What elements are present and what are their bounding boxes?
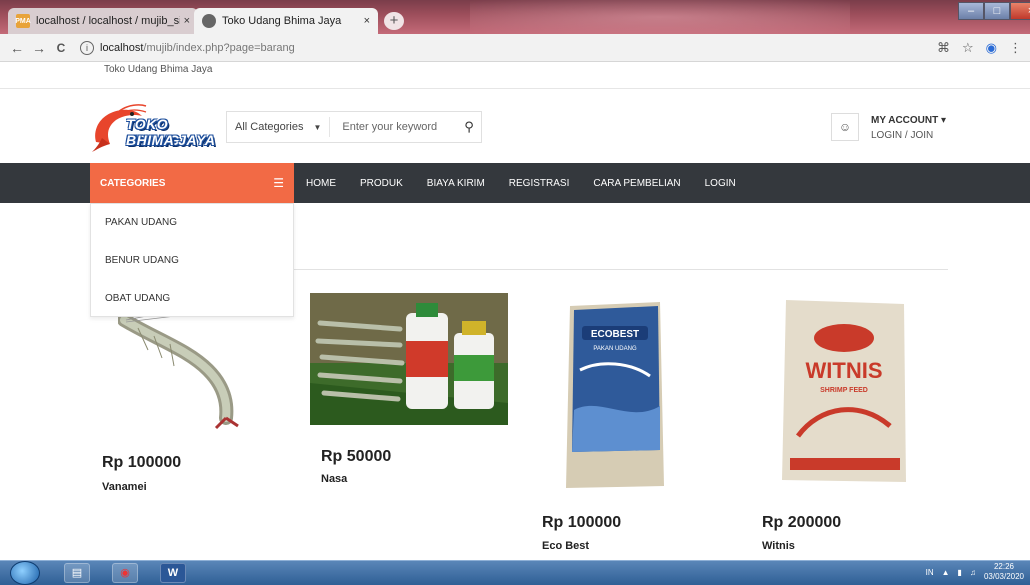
url-path: /mujib/index.php?page=barang xyxy=(143,41,295,54)
search-bar: All Categories ▼ ⚲ xyxy=(226,111,482,143)
translate-icon[interactable]: ⌘ xyxy=(937,40,950,56)
network-icon[interactable]: ▮ xyxy=(958,568,962,577)
globe-favicon-icon xyxy=(202,14,216,28)
system-tray: IN ▲ ▮ ♫ 22:26 03/03/2020 xyxy=(926,562,1024,582)
tabstrip-glow xyxy=(470,0,850,34)
category-select-value: All Categories xyxy=(235,121,304,133)
browser-menu-icon[interactable]: ⋮ xyxy=(1009,40,1022,56)
url-field[interactable]: i localhost/mujib/index.php?page=barang xyxy=(80,40,295,55)
address-bar: ← → C i localhost/mujib/index.php?page=b… xyxy=(0,34,1030,62)
bag-sublabel: PAKAN UDANG xyxy=(593,346,637,352)
maximize-button[interactable]: □ xyxy=(984,2,1010,20)
reload-icon[interactable]: C xyxy=(50,41,72,55)
nav-menu: HOME PRODUK BIAYA KIRIM REGISTRASI CARA … xyxy=(306,163,736,203)
new-tab-button[interactable]: + xyxy=(384,12,404,30)
categories-label: CATEGORIES xyxy=(100,177,166,189)
product-price: Rp 200000 xyxy=(762,514,842,531)
category-select[interactable]: All Categories ▼ xyxy=(227,121,329,133)
bag-sublabel: SHRIMP FEED xyxy=(820,387,868,394)
my-account-menu[interactable]: MY ACCOUNT ▾ LOGIN / JOIN xyxy=(871,113,946,143)
tray-arrow-icon[interactable]: ▲ xyxy=(942,568,950,577)
nav-item-home[interactable]: HOME xyxy=(306,178,336,189)
clock[interactable]: 22:26 03/03/2020 xyxy=(984,562,1024,582)
back-arrow-icon[interactable]: ← xyxy=(6,40,28,56)
bookmark-star-icon[interactable]: ☆ xyxy=(962,40,974,56)
phpmyadmin-favicon-icon: PMA xyxy=(15,14,31,28)
categories-dropdown: PAKAN UDANG BENUR UDANG OBAT UDANG xyxy=(90,203,294,317)
product-price: Rp 100000 xyxy=(102,454,182,471)
forward-arrow-icon[interactable]: → xyxy=(28,40,50,56)
word-icon[interactable]: W xyxy=(160,563,186,583)
tab-phpmyadmin[interactable]: PMA localhost / localhost / mujib_si_1 × xyxy=(8,8,198,34)
dropdown-item-pakan-udang[interactable]: PAKAN UDANG xyxy=(91,204,293,242)
volume-icon[interactable]: ♫ xyxy=(970,568,976,577)
close-window-button[interactable]: × xyxy=(1010,2,1030,20)
chrome-icon[interactable]: ◉ xyxy=(112,563,138,583)
nav-item-registrasi[interactable]: REGISTRASI xyxy=(509,178,570,189)
product-image-witnis[interactable]: WITNIS SHRIMP FEED xyxy=(780,296,910,486)
clock-date: 03/03/2020 xyxy=(983,572,1024,581)
divider xyxy=(0,88,1030,89)
product-name[interactable]: Witnis xyxy=(762,540,795,552)
tab-close-icon[interactable]: × xyxy=(364,15,370,27)
product-price: Rp 100000 xyxy=(542,514,622,531)
product-name[interactable]: Eco Best xyxy=(542,540,589,552)
nav-item-cara-pembelian[interactable]: CARA PEMBELIAN xyxy=(593,178,680,189)
caret-down-icon: ▼ xyxy=(313,122,322,132)
product-image-nasa[interactable] xyxy=(310,293,508,425)
nav-item-produk[interactable]: PRODUK xyxy=(360,178,403,189)
my-account-label: MY ACCOUNT ▾ xyxy=(871,115,947,126)
bag-label: WITNIS xyxy=(806,358,883,383)
section-divider xyxy=(294,269,948,270)
nav-item-biaya-kirim[interactable]: BIAYA KIRIM xyxy=(427,178,485,189)
windows-taskbar xyxy=(0,560,1030,585)
window-controls: – □ × xyxy=(958,2,1030,20)
info-icon[interactable]: i xyxy=(80,40,94,55)
tab-title: Toko Udang Bhima Jaya xyxy=(222,15,342,27)
url-host: localhost xyxy=(100,41,144,54)
product-price: Rp 50000 xyxy=(321,448,392,465)
clock-time: 22:26 xyxy=(993,562,1014,571)
user-icon[interactable]: ☺ xyxy=(831,113,859,141)
language-indicator[interactable]: IN xyxy=(926,568,934,577)
product-image-eco-best[interactable]: ECOBEST PAKAN UDANG xyxy=(560,300,670,490)
search-icon[interactable]: ⚲ xyxy=(457,119,481,135)
product-name[interactable]: Vanamei xyxy=(102,481,147,493)
list-icon: ☰ xyxy=(273,176,284,190)
tab-title: localhost / localhost / mujib_si_1 xyxy=(36,15,180,27)
tab-toko-udang[interactable]: Toko Udang Bhima Jaya × xyxy=(194,8,378,34)
dropdown-item-benur-udang[interactable]: BENUR UDANG xyxy=(91,242,293,280)
tab-close-icon[interactable]: × xyxy=(184,15,190,27)
minimize-button[interactable]: – xyxy=(958,2,984,20)
product-name[interactable]: Nasa xyxy=(321,473,347,485)
bag-label: ECOBEST xyxy=(591,329,639,340)
extension-icon[interactable]: ◉ xyxy=(986,40,997,56)
logo-line2: BHIMA JAYA xyxy=(126,132,216,148)
categories-button[interactable]: CATEGORIES ☰ xyxy=(90,163,294,203)
file-explorer-icon[interactable]: ▤ xyxy=(64,563,90,583)
login-join-link[interactable]: LOGIN / JOIN xyxy=(871,128,946,143)
site-logo[interactable]: TOKO UDANG BHIMA JAYA xyxy=(88,102,218,154)
browser-toolbar-icons: ⌘ ☆ ◉ ⋮ xyxy=(937,40,1022,56)
dropdown-item-obat-udang[interactable]: OBAT UDANG xyxy=(91,280,293,318)
site-top-text: Toko Udang Bhima Jaya xyxy=(104,64,213,75)
search-input[interactable] xyxy=(330,121,457,133)
start-button[interactable] xyxy=(10,561,40,585)
nav-item-login[interactable]: LOGIN xyxy=(705,178,736,189)
product-image-vanamei[interactable] xyxy=(118,310,248,430)
